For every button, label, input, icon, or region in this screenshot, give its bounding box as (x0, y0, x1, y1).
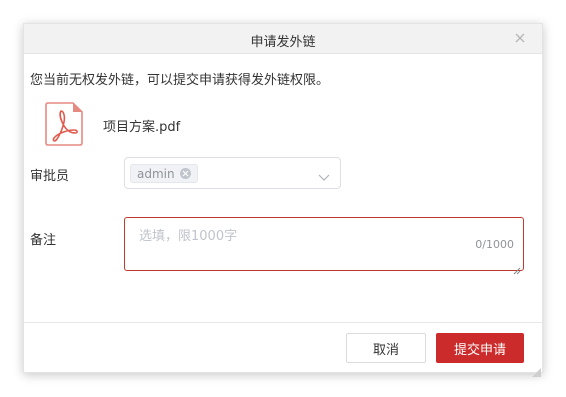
file-name: 项目方案.pdf (103, 120, 181, 135)
chevron-down-icon (318, 168, 330, 181)
remark-field: 0/1000 (124, 217, 524, 275)
tag-remove-icon[interactable] (179, 168, 191, 179)
cancel-button[interactable]: 取消 (346, 333, 426, 363)
remark-char-counter: 0/1000 (475, 238, 514, 251)
resize-handle-icon[interactable] (513, 260, 521, 275)
approver-select[interactable]: admin (124, 157, 341, 189)
apply-external-link-dialog: 申请发外链 您当前无权发外链，可以提交申请获得发外链权限。 项目方案.pdf 审… (23, 23, 543, 377)
dialog-title: 申请发外链 (250, 35, 316, 50)
submit-request-button[interactable]: 提交申请 (436, 333, 524, 363)
remark-textarea[interactable] (125, 218, 523, 270)
close-icon[interactable] (512, 30, 528, 46)
approver-label: 审批员 (30, 169, 70, 184)
footer-divider (24, 322, 542, 323)
approver-tag-label: admin (137, 166, 175, 181)
approver-tag: admin (130, 164, 198, 183)
dialog-header: 申请发外链 (24, 24, 542, 54)
remark-label: 备注 (30, 233, 57, 248)
permission-notice: 您当前无权发外链，可以提交申请获得发外链权限。 (30, 73, 330, 88)
dialog-resize-icon[interactable] (532, 362, 541, 377)
pdf-file-icon (44, 102, 84, 146)
